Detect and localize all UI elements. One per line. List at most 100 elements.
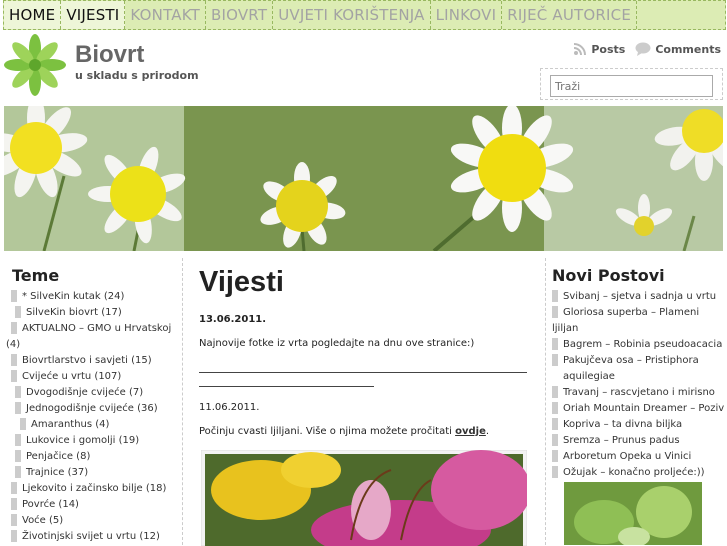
post-date: 13.06.2011. bbox=[199, 314, 267, 325]
nav-linkovi[interactable]: LINKOVI bbox=[431, 1, 503, 29]
category-label: SilveKin biovrt (17) bbox=[26, 307, 122, 318]
right-sidebar: Novi Postovi Svibanj – sjetva i sadnja u… bbox=[545, 258, 727, 545]
recent-post-label: Arboretum Opeka u Vinici bbox=[563, 451, 692, 462]
recent-posts-title: Novi Postovi bbox=[552, 266, 665, 285]
comments-feed-link[interactable]: Comments bbox=[635, 42, 721, 56]
bullet-marker bbox=[11, 354, 17, 366]
nav-kontakt[interactable]: KONTAKT bbox=[125, 1, 206, 29]
bullet-marker bbox=[15, 386, 21, 398]
recent-post-item[interactable]: Oriah Mountain Dreamer – Poziv bbox=[552, 401, 727, 417]
category-item[interactable]: Penjačice (8) bbox=[11, 449, 182, 465]
post-text: Najnovije fotke iz vrta pogledajte na dn… bbox=[199, 338, 475, 349]
bullet-marker bbox=[552, 466, 558, 478]
category-label: Dvogodišnje cvijeće (7) bbox=[26, 387, 144, 398]
sidebar-photo[interactable] bbox=[564, 482, 702, 545]
recent-post-item[interactable]: Ožujak – konačno proljeće:)) bbox=[552, 465, 727, 481]
recent-post-item[interactable]: Sremza – Prunus padus bbox=[552, 433, 727, 449]
bullet-marker bbox=[15, 306, 21, 318]
feed-links: Posts Comments bbox=[573, 42, 721, 56]
bullet-marker bbox=[15, 434, 21, 446]
recent-post-item-continued[interactable]: aquilegiae bbox=[552, 369, 727, 385]
category-label: Biovrtlarstvo i savjeti (15) bbox=[22, 355, 152, 366]
recent-post-label: Kopriva – ta divna biljka bbox=[563, 419, 683, 430]
category-label: * SilveKin kutak (24) bbox=[22, 291, 125, 302]
nav-uvjeti[interactable]: UVJETI KORIŠTENJA bbox=[273, 1, 431, 29]
category-item[interactable]: Dvogodišnje cvijeće (7) bbox=[11, 385, 182, 401]
category-item[interactable]: Voće (5) bbox=[11, 513, 182, 529]
search-input[interactable] bbox=[550, 75, 713, 97]
site-description: u skladu s prirodom bbox=[75, 69, 199, 82]
category-label: Penjačice (8) bbox=[26, 451, 91, 462]
rss-icon bbox=[574, 43, 587, 56]
nav-filler bbox=[637, 1, 725, 29]
categories-title: Teme bbox=[12, 266, 60, 285]
nav-vijesti[interactable]: VIJESTI bbox=[61, 1, 126, 29]
nav-home[interactable]: HOME bbox=[4, 1, 62, 29]
lily-photo[interactable] bbox=[201, 450, 527, 546]
category-item[interactable]: Amaranthus (4) bbox=[11, 417, 182, 433]
bullet-marker bbox=[552, 306, 558, 318]
post-text-part: Počinju cvasti ljiljani. Više o njima mo… bbox=[199, 426, 456, 437]
bullet-marker bbox=[11, 530, 17, 542]
bullet-marker bbox=[15, 466, 21, 478]
category-label: Trajnice (37) bbox=[26, 467, 89, 478]
recent-post-label: Pakujčeva osa – Pristiphora bbox=[563, 355, 699, 366]
recent-post-label: aquilegiae bbox=[563, 371, 615, 382]
site-title[interactable]: Biovrt bbox=[75, 41, 144, 69]
category-item[interactable]: Jednogodišnje cvijeće (36) bbox=[11, 401, 182, 417]
recent-post-item[interactable]: Bagrem – Robinia pseudoacacia bbox=[552, 337, 727, 353]
header-banner-image bbox=[4, 106, 723, 251]
category-item[interactable]: Lukovice i gomolji (19) bbox=[11, 433, 182, 449]
nav-rijec-autorice[interactable]: RIJEČ AUTORICE bbox=[502, 1, 638, 29]
category-item[interactable]: Životinjski svijet u vrtu (12) bbox=[11, 529, 182, 545]
recent-post-item[interactable]: Pakujčeva osa – Pristiphora bbox=[552, 353, 727, 369]
category-label: Cvijeće u vrtu (107) bbox=[22, 371, 122, 382]
category-label: (4) bbox=[6, 339, 21, 350]
bullet-marker bbox=[552, 290, 558, 302]
category-item[interactable]: * SilveKin kutak (24) bbox=[11, 289, 182, 305]
category-item[interactable]: Cvijeće u vrtu (107) bbox=[11, 369, 182, 385]
post-date: 11.06.2011. bbox=[199, 402, 260, 413]
category-item[interactable]: Povrće (14) bbox=[11, 497, 182, 513]
recent-post-item[interactable]: Gloriosa superba – Plameni ljiljan bbox=[552, 305, 727, 337]
bullet-marker bbox=[11, 322, 17, 334]
recent-post-label: Svibanj – sjetva i sadnja u vrtu bbox=[563, 291, 717, 302]
site-logo-icon[interactable] bbox=[4, 34, 66, 96]
post-text: Počinju cvasti ljiljani. Više o njima mo… bbox=[199, 426, 489, 437]
category-item[interactable]: AKTUALNO – GMO u Hrvatskoj bbox=[11, 321, 182, 337]
category-label: Životinjski svijet u vrtu (12) bbox=[22, 531, 160, 542]
bullet-marker bbox=[552, 418, 558, 430]
recent-post-label: Travanj – rascvjetano i mirisno bbox=[563, 387, 715, 398]
category-label: Ljekovito i začinsko bilje (18) bbox=[22, 483, 167, 494]
top-navigation: HOME VIJESTI KONTAKT BIOVRT UVJETI KORIŠ… bbox=[3, 0, 726, 30]
category-item[interactable]: Ljekovito i začinsko bilje (18) bbox=[11, 481, 182, 497]
category-item[interactable]: Biovrtlarstvo i savjeti (15) bbox=[11, 353, 182, 369]
category-label: Voće (5) bbox=[22, 515, 64, 526]
separator-line bbox=[199, 372, 527, 373]
posts-feed-link[interactable]: Posts bbox=[573, 42, 625, 56]
bullet-marker bbox=[11, 514, 17, 526]
recent-post-item[interactable]: Svibanj – sjetva i sadnja u vrtu bbox=[552, 289, 727, 305]
recent-posts-list: Svibanj – sjetva i sadnja u vrtu Glorios… bbox=[552, 289, 727, 481]
recent-post-label: Gloriosa superba – Plameni ljiljan bbox=[552, 307, 700, 334]
bullet-marker bbox=[11, 482, 17, 494]
comment-bubble-icon bbox=[635, 42, 651, 56]
comments-label: Comments bbox=[655, 42, 721, 56]
category-label: Jednogodišnje cvijeće (36) bbox=[26, 403, 158, 414]
recent-post-label: Ožujak – konačno proljeće:)) bbox=[563, 467, 705, 478]
page-title: Vijesti bbox=[199, 266, 284, 298]
bullet-marker bbox=[11, 290, 17, 302]
bullet-marker bbox=[552, 386, 558, 398]
category-item-continued[interactable]: (4) bbox=[6, 337, 182, 353]
bullet-marker bbox=[11, 498, 17, 510]
bullet-marker bbox=[552, 434, 558, 446]
nav-biovrt[interactable]: BIOVRT bbox=[206, 1, 274, 29]
category-item[interactable]: SilveKin biovrt (17) bbox=[11, 305, 182, 321]
recent-post-item[interactable]: Arboretum Opeka u Vinici bbox=[552, 449, 727, 465]
recent-post-item[interactable]: Travanj – rascvjetano i mirisno bbox=[552, 385, 727, 401]
ovdje-link[interactable]: ovdje bbox=[455, 426, 486, 437]
bullet-marker bbox=[552, 338, 558, 350]
category-label: AKTUALNO – GMO u Hrvatskoj bbox=[22, 323, 172, 334]
recent-post-item[interactable]: Kopriva – ta divna biljka bbox=[552, 417, 727, 433]
category-item[interactable]: Trajnice (37) bbox=[11, 465, 182, 481]
